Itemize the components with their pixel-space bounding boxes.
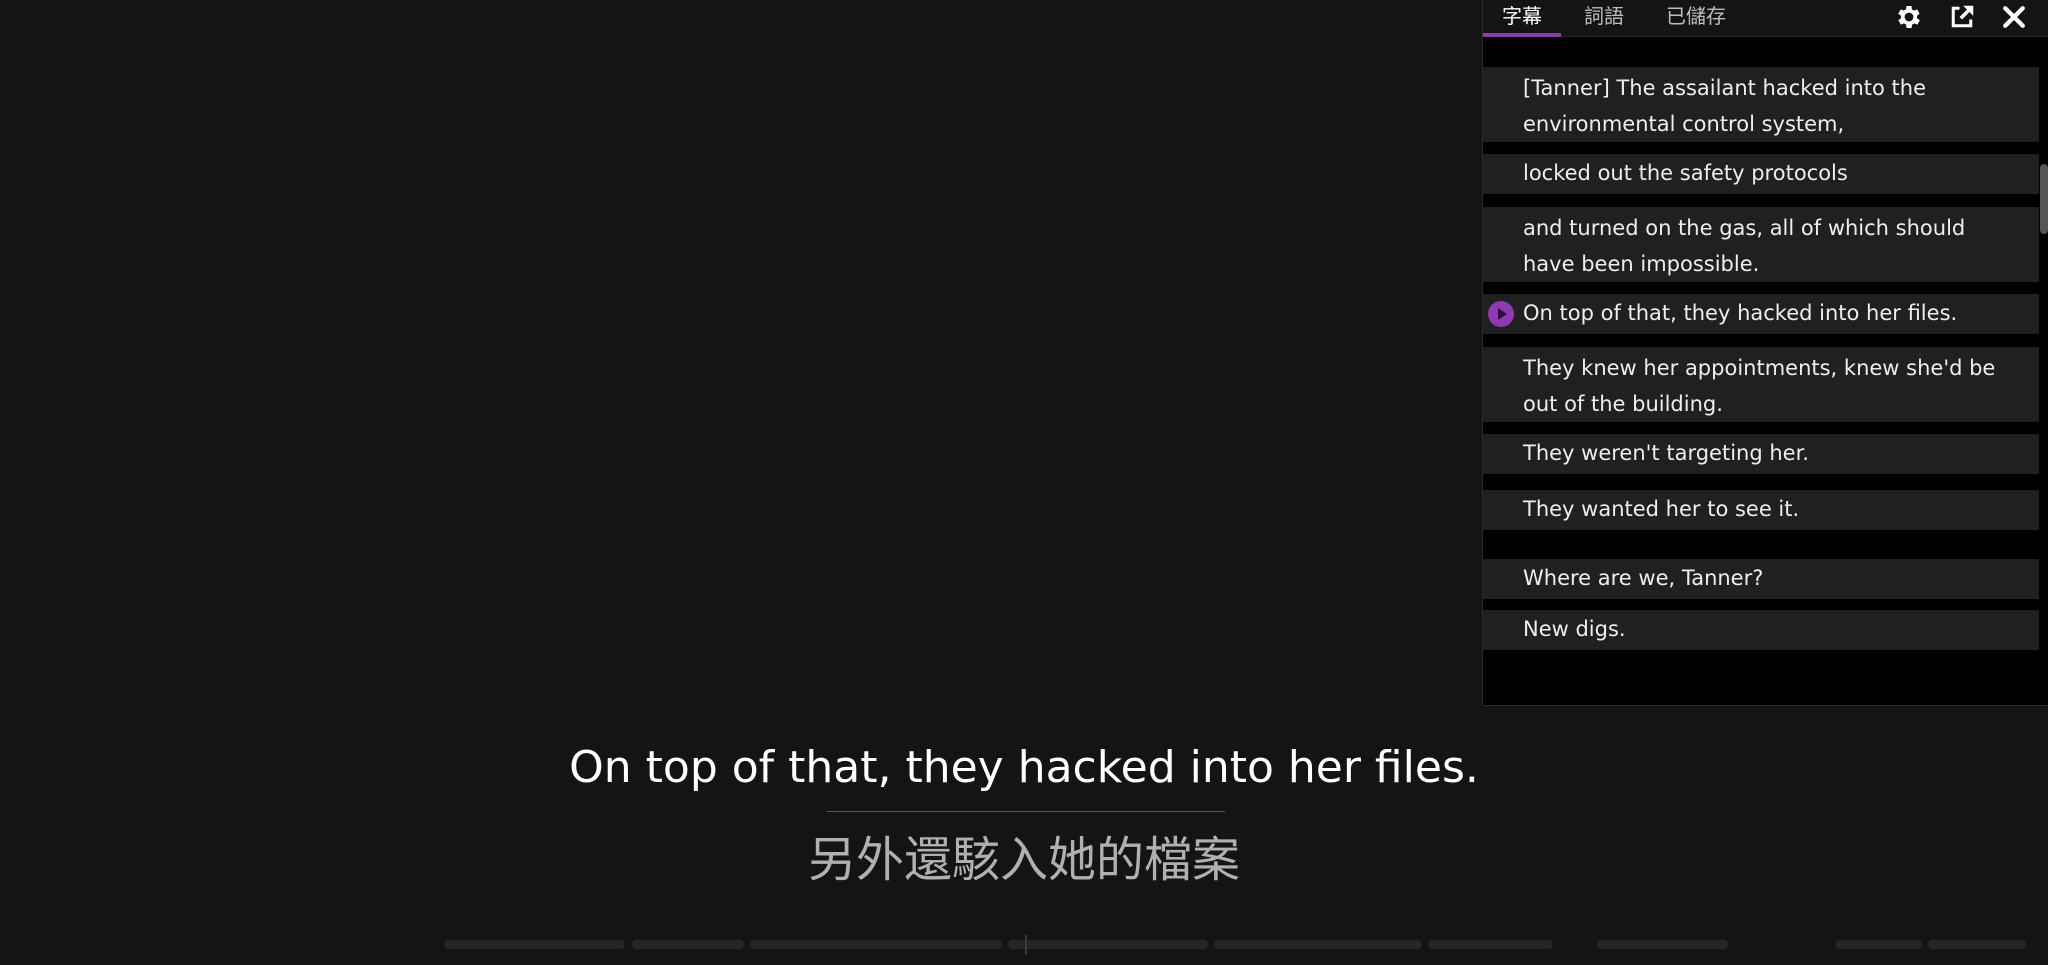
subtitle-line-text: They knew her appointments, knew she'd b… (1523, 356, 1996, 416)
timeline-segment[interactable] (1008, 940, 1208, 949)
tab-words[interactable]: 詞語 (1573, 0, 1635, 37)
subtitle-line[interactable]: They weren't targeting her. (1483, 434, 2039, 474)
subtitle-line-current[interactable]: On top of that, they hacked into her fil… (1483, 294, 2039, 334)
subtitle-line[interactable]: They knew her appointments, knew she'd b… (1483, 347, 2039, 422)
subtitle-line-text: locked out the safety protocols (1523, 161, 1848, 185)
subtitle-line-text: Where are we, Tanner? (1523, 566, 1764, 590)
subtitle-line-text: and turned on the gas, all of which shou… (1523, 216, 1966, 276)
timeline-segment[interactable] (1928, 940, 2026, 949)
subtitle-chinese: 另外還駭入她的檔案 (807, 832, 1240, 888)
timeline-segment[interactable] (750, 940, 1002, 949)
timeline-segment[interactable] (1597, 940, 1728, 949)
subtitle-line-text: New digs. (1523, 617, 1626, 641)
timeline-bar[interactable] (0, 936, 2048, 952)
subtitle-english: On top of that, they hacked into her fil… (569, 742, 1479, 793)
tab-subtitles[interactable]: 字幕 (1483, 0, 1561, 37)
subtitle-line-text: [Tanner] The assailant hacked into the e… (1523, 76, 1926, 136)
subtitle-line[interactable]: and turned on the gas, all of which shou… (1483, 207, 2039, 282)
tab-saved[interactable]: 已儲存 (1651, 0, 1741, 37)
subtitle-line-text: They wanted her to see it. (1523, 497, 1800, 521)
subtitle-line[interactable]: [Tanner] The assailant hacked into the e… (1483, 67, 2039, 142)
timeline-segment[interactable] (1835, 940, 1922, 949)
subtitle-line-text: On top of that, they hacked into her fil… (1523, 301, 1958, 325)
timeline-segment[interactable] (1428, 940, 1553, 949)
panel-tabs: 字幕 詞語 已儲存 (1483, 0, 2048, 37)
subtitle-line[interactable]: locked out the safety protocols (1483, 154, 2039, 194)
subtitle-line-text: They weren't targeting her. (1523, 441, 1809, 465)
timeline-segment[interactable] (444, 940, 625, 949)
export-icon[interactable] (1947, 2, 1977, 32)
subtitle-panel: 字幕 詞語 已儲存 [Tanner] The assailant hacked … (1482, 0, 2048, 706)
timeline-cursor (1025, 935, 1027, 955)
play-icon[interactable] (1488, 301, 1514, 327)
close-icon[interactable] (1999, 2, 2029, 32)
subtitle-line[interactable]: New digs. (1483, 610, 2039, 650)
scrollbar[interactable] (2039, 37, 2048, 705)
subtitle-list: [Tanner] The assailant hacked into the e… (1483, 37, 2039, 705)
scrollbar-thumb[interactable] (2040, 164, 2048, 234)
timeline-segment[interactable] (1214, 940, 1422, 949)
timeline-segment[interactable] (632, 940, 744, 949)
video-area[interactable] (0, 0, 1482, 965)
gear-icon[interactable] (1894, 2, 1924, 32)
subtitle-divider (827, 811, 1225, 812)
subtitle-line[interactable]: They wanted her to see it. (1483, 490, 2039, 530)
subtitle-line[interactable]: Where are we, Tanner? (1483, 559, 2039, 599)
